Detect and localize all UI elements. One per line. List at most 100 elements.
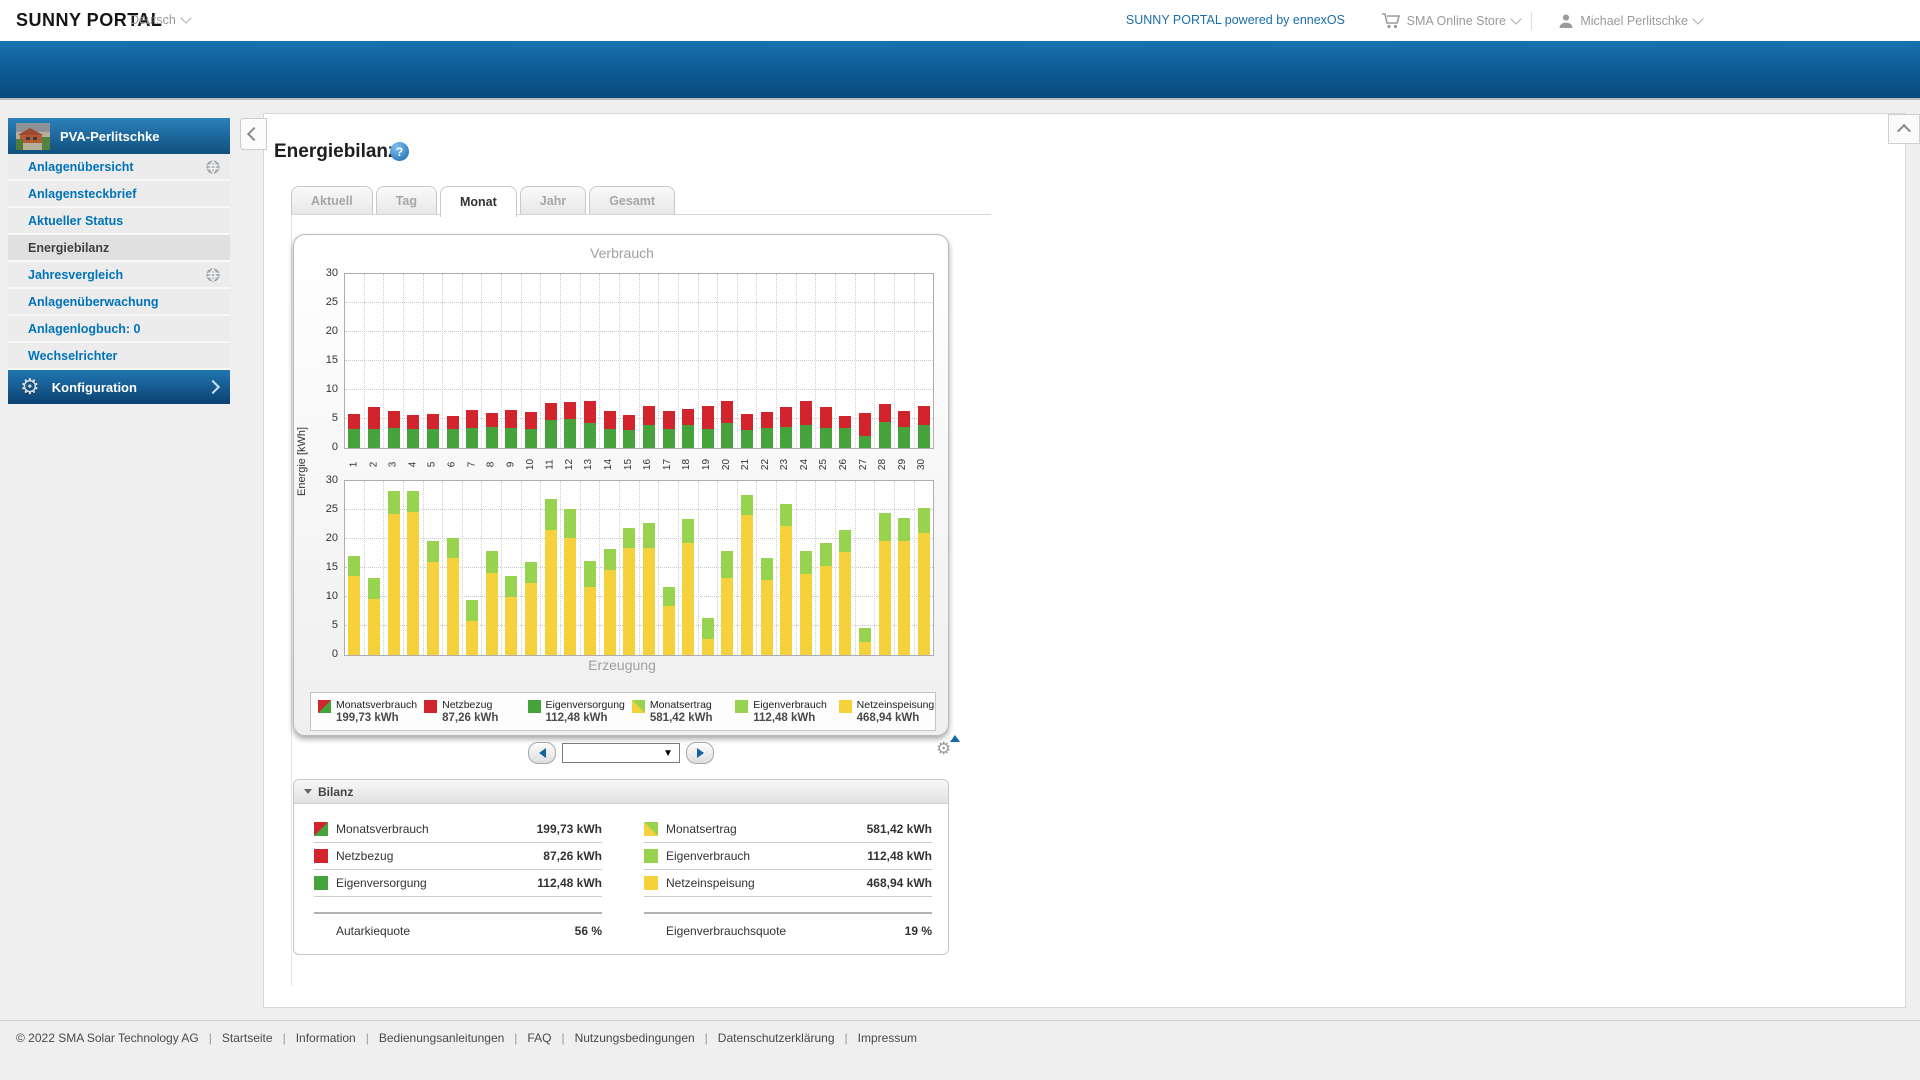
- bar-day-24[interactable]: [797, 481, 817, 655]
- tab-monat[interactable]: Monat: [440, 186, 517, 217]
- bar-day-12[interactable]: [561, 481, 581, 655]
- sidebar-item-jahresvergleich[interactable]: Jahresvergleich: [8, 262, 230, 289]
- bar-day-1[interactable]: [345, 481, 365, 655]
- previous-month-button[interactable]: [528, 742, 556, 764]
- footer-link-datenschutzerkl-rung[interactable]: Datenschutzerklärung: [718, 1031, 835, 1045]
- scroll-top-button[interactable]: [1888, 114, 1920, 144]
- bar-day-4[interactable]: [404, 481, 424, 655]
- bar-day-24[interactable]: [797, 274, 817, 448]
- tab-aktuell[interactable]: Aktuell: [291, 186, 373, 215]
- bar-day-26[interactable]: [836, 274, 856, 448]
- bar-day-2[interactable]: [365, 481, 385, 655]
- bar-day-23[interactable]: [777, 274, 797, 448]
- bar-day-16[interactable]: [640, 274, 660, 448]
- sidebar-item-anlagen-berwachung[interactable]: Anlagenüberwachung: [8, 289, 230, 316]
- bar-day-7[interactable]: [463, 481, 483, 655]
- tab-jahr[interactable]: Jahr: [520, 186, 586, 215]
- sidebar-plant-header[interactable]: PVA-Perlitschke: [8, 118, 230, 154]
- bar-day-20[interactable]: [718, 481, 738, 655]
- sidebar-item-anlagenlogbuch-0[interactable]: Anlagenlogbuch: 0: [8, 316, 230, 343]
- sidebar-item-aktueller-status[interactable]: Aktueller Status: [8, 208, 230, 235]
- bar-day-16[interactable]: [640, 481, 660, 655]
- footer-link-information[interactable]: Information: [296, 1031, 356, 1045]
- bar-day-12[interactable]: [561, 274, 581, 448]
- bar-day-7[interactable]: [463, 274, 483, 448]
- bar-day-1[interactable]: [345, 274, 365, 448]
- bar-day-23[interactable]: [777, 481, 797, 655]
- bar-day-3[interactable]: [384, 274, 404, 448]
- collapse-triangle-icon: [304, 789, 312, 794]
- sidebar-item-konfiguration[interactable]: ⚙ Konfiguration: [8, 370, 230, 404]
- bar-day-26[interactable]: [836, 481, 856, 655]
- bar-day-15[interactable]: [620, 274, 640, 448]
- bar-day-25[interactable]: [816, 481, 836, 655]
- month-select[interactable]: ▼: [562, 743, 680, 763]
- bar-day-27[interactable]: [856, 481, 876, 655]
- bar-day-14[interactable]: [600, 274, 620, 448]
- bar-day-29[interactable]: [895, 274, 915, 448]
- bar-day-19[interactable]: [699, 481, 719, 655]
- footer-link-bedienungsanleitungen[interactable]: Bedienungsanleitungen: [379, 1031, 504, 1045]
- chart-settings-button[interactable]: ⚙: [936, 740, 958, 762]
- tab-tag[interactable]: Tag: [376, 186, 437, 215]
- bar-day-8[interactable]: [482, 274, 502, 448]
- footer-link-startseite[interactable]: Startseite: [222, 1031, 273, 1045]
- bar-day-21[interactable]: [738, 481, 758, 655]
- bar-day-2[interactable]: [365, 274, 385, 448]
- balance-swatch-icon: [644, 822, 658, 836]
- x-axis-tick: 13: [579, 448, 599, 480]
- bar-day-19[interactable]: [699, 274, 719, 448]
- balance-panel-header[interactable]: Bilanz: [294, 780, 948, 804]
- bar-day-18[interactable]: [679, 481, 699, 655]
- next-month-button[interactable]: [686, 742, 714, 764]
- sidebar-item-energiebilanz[interactable]: Energiebilanz: [8, 235, 230, 262]
- bar-day-11[interactable]: [541, 274, 561, 448]
- bar-day-4[interactable]: [404, 274, 424, 448]
- bar-day-25[interactable]: [816, 274, 836, 448]
- bar-day-6[interactable]: [443, 274, 463, 448]
- bar-day-20[interactable]: [718, 274, 738, 448]
- bar-day-30[interactable]: [915, 481, 934, 655]
- user-menu[interactable]: Michael Perlitschke: [1558, 13, 1702, 29]
- footer-link-nutzungsbedingungen[interactable]: Nutzungsbedingungen: [575, 1031, 695, 1045]
- bar-day-22[interactable]: [757, 481, 777, 655]
- bar-day-21[interactable]: [738, 274, 758, 448]
- collapse-sidebar-button[interactable]: [240, 118, 267, 150]
- bar-day-6[interactable]: [443, 481, 463, 655]
- bar-day-11[interactable]: [541, 481, 561, 655]
- bar-day-28[interactable]: [875, 274, 895, 448]
- bar-day-8[interactable]: [482, 481, 502, 655]
- bar-day-3[interactable]: [384, 481, 404, 655]
- bar-day-18[interactable]: [679, 274, 699, 448]
- bar-day-9[interactable]: [502, 274, 522, 448]
- store-dropdown[interactable]: SMA Online Store: [1381, 13, 1520, 29]
- language-dropdown[interactable]: Deutsch: [130, 13, 190, 27]
- bar-day-9[interactable]: [502, 481, 522, 655]
- bar-day-15[interactable]: [620, 481, 640, 655]
- bar-day-10[interactable]: [522, 274, 542, 448]
- sidebar-item-anlagensteckbrief[interactable]: Anlagensteckbrief: [8, 181, 230, 208]
- bar-day-17[interactable]: [659, 481, 679, 655]
- bar-day-29[interactable]: [895, 481, 915, 655]
- bar-day-13[interactable]: [581, 274, 601, 448]
- bar-day-17[interactable]: [659, 274, 679, 448]
- bar-day-10[interactable]: [522, 481, 542, 655]
- help-icon[interactable]: ?: [390, 142, 409, 161]
- bar-day-27[interactable]: [856, 274, 876, 448]
- bar-day-22[interactable]: [757, 274, 777, 448]
- bar-day-13[interactable]: [581, 481, 601, 655]
- tab-gesamt[interactable]: Gesamt: [589, 186, 675, 215]
- sidebar-item-wechselrichter[interactable]: Wechselrichter: [8, 343, 230, 370]
- bar-day-30[interactable]: [915, 274, 934, 448]
- bar-day-28[interactable]: [875, 481, 895, 655]
- globe-icon: [206, 268, 220, 282]
- bar-day-14[interactable]: [600, 481, 620, 655]
- footer-link-faq[interactable]: FAQ: [527, 1031, 551, 1045]
- sidebar-item-anlagen-bersicht[interactable]: Anlagenübersicht: [8, 154, 230, 181]
- footer-link-impressum[interactable]: Impressum: [858, 1031, 917, 1045]
- powered-by-link[interactable]: SUNNY PORTAL powered by ennexOS: [1126, 13, 1345, 27]
- bar-day-5[interactable]: [424, 274, 444, 448]
- balance-row-name: Monatsertrag: [666, 822, 867, 836]
- bar-day-5[interactable]: [424, 481, 444, 655]
- quota-value: 56 %: [575, 924, 602, 938]
